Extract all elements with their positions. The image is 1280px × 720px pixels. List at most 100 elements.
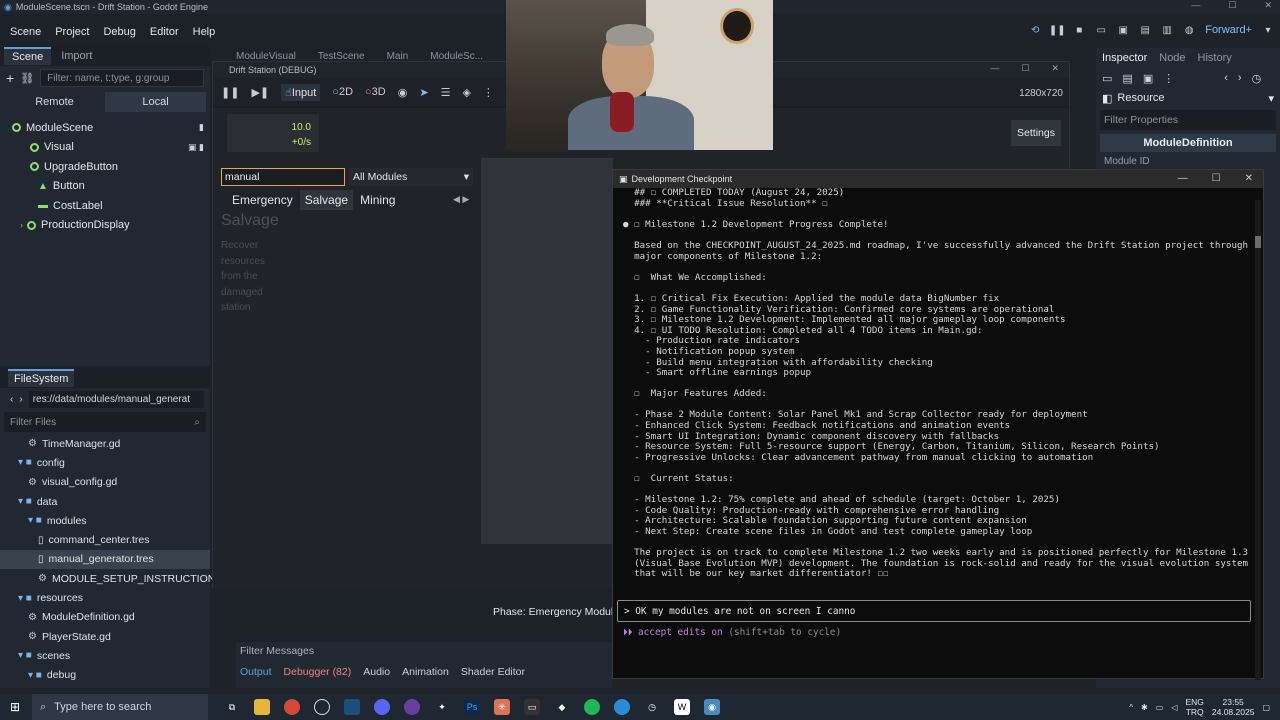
tab-modulevisual[interactable]: ModuleVisual <box>236 51 296 62</box>
scene-filter-input[interactable]: Filter: name, t:type, g:group <box>40 69 204 87</box>
tree-node-visual[interactable]: Visual ▣ ▮ <box>0 138 210 158</box>
github-icon[interactable] <box>404 699 420 715</box>
file-item[interactable]: ⚙ TimeManager.gd <box>0 434 210 453</box>
file-item[interactable]: ▾ ■ config <box>0 453 210 472</box>
game-minimize-button[interactable]: — <box>990 63 999 74</box>
input-mode-button[interactable]: ☝Input <box>281 83 321 101</box>
menu-editor[interactable]: Editor <box>150 26 179 38</box>
file-item[interactable]: ▾ ■ debug <box>0 666 210 685</box>
local-button[interactable]: Local <box>105 92 206 112</box>
edge-icon[interactable] <box>614 699 630 715</box>
tab-history[interactable]: History <box>1198 52 1232 64</box>
tab-salvage[interactable]: Salvage <box>299 190 354 210</box>
chrome-icon[interactable] <box>284 699 300 715</box>
eye-icon[interactable]: ◉ <box>398 86 408 99</box>
task-view-icon[interactable]: ⧉ <box>224 699 240 715</box>
menu-project[interactable]: Project <box>55 26 89 38</box>
link-icon[interactable]: ⛓ <box>20 72 34 85</box>
terminal-prompt-input[interactable]: > OK my modules are not on screen I cann… <box>617 600 1251 622</box>
resource-selector[interactable]: ◧ Resource ▾ <box>1096 88 1280 108</box>
tree-node-upgradebutton[interactable]: UpgradeButton <box>0 157 210 177</box>
next-frame-icon[interactable]: ▶❚ <box>251 86 269 99</box>
steam-icon[interactable] <box>344 699 360 715</box>
open-folder-icon[interactable]: ▤ <box>1122 72 1132 85</box>
history-icon[interactable]: ◷ <box>1252 72 1262 85</box>
file-item[interactable]: ▾ ■ data <box>0 492 210 511</box>
mode-3d-button[interactable]: ○3D <box>365 86 386 98</box>
openai-icon[interactable]: ✦ <box>434 699 450 715</box>
renderer-select[interactable]: Forward+ <box>1205 24 1252 36</box>
list-icon[interactable]: ☰ <box>441 86 451 99</box>
module-filter-select[interactable]: All Modules ▾ <box>349 168 473 186</box>
filter-properties-input[interactable]: Filter Properties <box>1100 110 1276 130</box>
chevron-down-icon[interactable]: ▾ <box>1262 24 1274 36</box>
terminal-close-button[interactable]: ✕ <box>1245 173 1253 184</box>
remote-debug-icon[interactable]: ▭ <box>1095 24 1107 36</box>
pause-icon[interactable]: ❚❚ <box>1049 24 1066 36</box>
file-item[interactable]: ▾ ■ resources <box>0 588 210 607</box>
unity-icon[interactable]: ◆ <box>554 699 570 715</box>
back-arrow-icon[interactable]: ‹ <box>10 394 13 405</box>
tree-node-button[interactable]: ▲ Button <box>0 177 210 197</box>
tab-import[interactable]: Import <box>53 48 100 64</box>
terminal-scrollbar[interactable] <box>1255 200 1261 680</box>
terminal-minimize-button[interactable]: — <box>1178 173 1188 184</box>
maximize-button[interactable]: ☐ <box>1228 0 1236 11</box>
file-item[interactable]: ▾ ■ scenes <box>0 646 210 665</box>
pause-game-icon[interactable]: ❚❚ <box>221 86 239 99</box>
tab-mining[interactable]: Mining <box>355 190 400 210</box>
notion-icon[interactable]: W <box>674 699 690 715</box>
menu-help[interactable]: Help <box>193 26 216 38</box>
tab-debugger[interactable]: Debugger (82) <box>284 666 352 678</box>
clock[interactable]: 23:55 24.08.2025 <box>1212 697 1255 717</box>
more-icon[interactable]: ⋮ <box>1163 72 1174 85</box>
claude-icon[interactable]: ✳ <box>494 699 510 715</box>
new-resource-icon[interactable]: ▭ <box>1102 72 1112 85</box>
settings-button[interactable]: Settings <box>1011 120 1061 146</box>
file-item[interactable]: ⚙ PlayerState.gd <box>0 627 210 646</box>
discord-icon[interactable] <box>374 699 390 715</box>
camera-icon[interactable]: ◈ <box>462 86 470 99</box>
game-maximize-button[interactable]: ☐ <box>1021 63 1029 74</box>
spotify-icon[interactable] <box>584 699 600 715</box>
forward-arrow-icon[interactable]: › <box>1238 72 1242 84</box>
tab-testscene[interactable]: TestScene <box>318 51 365 62</box>
tab-main[interactable]: Main <box>387 51 409 62</box>
file-item[interactable]: ⚙ visual_config.gd <box>0 473 210 492</box>
movie-icon[interactable]: ▣ <box>1117 24 1129 36</box>
tray-up-icon[interactable]: ^ <box>1129 703 1133 712</box>
remote-button[interactable]: Remote <box>4 92 105 112</box>
stop-icon[interactable]: ■ <box>1073 24 1085 36</box>
tab-modulescene[interactable]: ModuleSc... <box>430 51 483 62</box>
visibility-icon[interactable]: ▣ ▮ <box>188 142 204 153</box>
tab-pager[interactable]: ◀ ▶ <box>453 194 469 205</box>
script-icon[interactable]: ▮ <box>199 122 204 133</box>
github-desktop-icon[interactable] <box>314 699 330 715</box>
file-item[interactable]: ▯ manual_generator.tres <box>0 549 210 570</box>
tab-emergency[interactable]: Emergency <box>227 190 298 210</box>
network-icon[interactable]: ▭ <box>1156 703 1164 712</box>
tab-output[interactable]: Output <box>240 666 272 678</box>
game-close-button[interactable]: ✕ <box>1051 63 1059 74</box>
minimize-button[interactable]: — <box>1191 0 1200 11</box>
tab-animation[interactable]: Animation <box>402 666 449 678</box>
menu-scene[interactable]: Scene <box>10 26 41 38</box>
select-icon[interactable]: ➤ <box>419 86 428 99</box>
taskbar-search[interactable]: ⌕ Type here to search <box>32 694 208 720</box>
tab-filesystem[interactable]: FileSystem <box>8 369 75 387</box>
save-icon[interactable]: ▣ <box>1143 72 1153 85</box>
tree-node-modulescene[interactable]: ModuleScene ▮ <box>0 118 210 138</box>
file-item[interactable]: ⚙ ModuleDefinition.gd <box>0 608 210 627</box>
close-button[interactable]: ✕ <box>1264 0 1272 11</box>
godot-taskbar-icon[interactable]: ◉ <box>704 699 720 715</box>
photoshop-icon[interactable]: Ps <box>464 699 480 715</box>
add-node-icon[interactable]: + <box>6 70 14 86</box>
profiler-icon[interactable]: ◍ <box>1183 24 1195 36</box>
file-item[interactable]: ⚙ MODULE_SETUP_INSTRUCTIONS... <box>0 569 231 588</box>
tab-scene[interactable]: Scene <box>4 47 52 65</box>
run-scene-icon[interactable]: ▤ <box>1139 24 1151 36</box>
file-explorer-icon[interactable] <box>254 699 270 715</box>
filter-messages-input[interactable]: Filter Messages <box>236 642 612 660</box>
scroll-thumb[interactable] <box>1255 236 1261 248</box>
tab-shader-editor[interactable]: Shader Editor <box>461 666 525 678</box>
